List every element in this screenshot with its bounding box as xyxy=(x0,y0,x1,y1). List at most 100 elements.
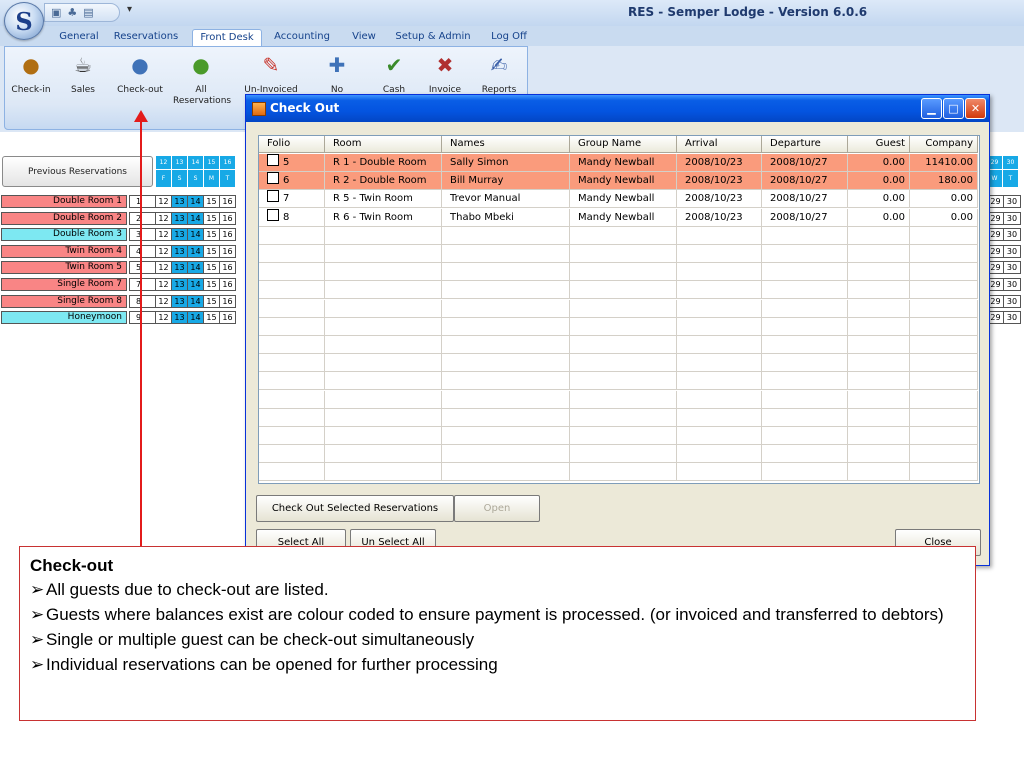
table-row[interactable] xyxy=(259,427,978,445)
day-cell[interactable]: 12 xyxy=(156,245,172,258)
room-row[interactable]: Double Room 33 xyxy=(0,228,156,242)
room-name[interactable]: Honeymoon xyxy=(1,311,127,324)
tab-setup-admin[interactable]: Setup & Admin xyxy=(392,29,474,46)
save-icon[interactable]: ▣ xyxy=(51,6,61,19)
col-guest[interactable]: Guest xyxy=(848,136,910,153)
day-cell[interactable]: 12 xyxy=(156,295,172,308)
day-cell[interactable]: 16 xyxy=(220,212,236,225)
room-name[interactable]: Twin Room 5 xyxy=(1,261,127,274)
row-checkbox[interactable] xyxy=(267,154,279,166)
day-cell[interactable]: 14 xyxy=(188,228,204,241)
day-cell[interactable]: 14 xyxy=(188,212,204,225)
day-cell[interactable]: 15 xyxy=(204,311,220,324)
day-cell[interactable]: 15 xyxy=(204,261,220,274)
tab-log-off[interactable]: Log Off xyxy=(484,29,534,46)
day-cell[interactable]: 14 xyxy=(188,278,204,291)
day-cell[interactable]: 30 xyxy=(1004,311,1021,324)
table-row[interactable] xyxy=(259,245,978,263)
tab-reservations[interactable]: Reservations xyxy=(110,29,182,46)
day-cell[interactable]: 30 xyxy=(1004,195,1021,208)
day-cell[interactable]: 12 xyxy=(156,311,172,324)
room-row[interactable]: Single Room 77 xyxy=(0,278,156,292)
table-row[interactable] xyxy=(259,463,978,482)
reports-button[interactable]: ✍ Reports xyxy=(471,53,527,96)
room-name[interactable]: Double Room 2 xyxy=(1,212,127,225)
table-row[interactable]: 5 R 1 - Double Room Sally Simon Mandy Newba… xyxy=(259,154,978,172)
col-group-name[interactable]: Group Name xyxy=(570,136,677,153)
day-cell[interactable]: 13 xyxy=(172,295,188,308)
day-cell[interactable]: 12 xyxy=(156,195,172,208)
day-cell[interactable]: 30 xyxy=(1004,212,1021,225)
room-row[interactable]: Honeymoon 9 xyxy=(0,311,156,325)
table-row[interactable] xyxy=(259,281,978,300)
table-row[interactable] xyxy=(259,226,978,245)
table-row[interactable]: 7 R 5 - Twin Room Trevor Manual Mandy Newba… xyxy=(259,190,978,209)
day-cell[interactable]: 14 xyxy=(188,245,204,258)
app-menu-button[interactable]: S xyxy=(4,2,44,40)
room-name[interactable]: Single Room 8 xyxy=(1,295,127,308)
day-cell[interactable]: 15 xyxy=(204,278,220,291)
day-cell[interactable]: 30 xyxy=(1004,295,1021,308)
col-names[interactable]: Names xyxy=(442,136,570,153)
room-row[interactable]: Twin Room 44 xyxy=(0,245,156,259)
row-checkbox[interactable] xyxy=(267,190,279,203)
day-cell[interactable]: 12 xyxy=(156,212,172,225)
close-icon[interactable]: ✕ xyxy=(965,98,986,119)
table-row[interactable] xyxy=(259,263,978,282)
day-cell[interactable]: 13 xyxy=(172,228,188,241)
checkout-selected-button[interactable]: Check Out Selected Reservations xyxy=(256,495,454,522)
room-row[interactable]: Double Room 22 xyxy=(0,212,156,226)
table-row[interactable]: 6 R 2 - Double Room Bill Murray Mandy Newba… xyxy=(259,172,978,191)
table-row[interactable] xyxy=(259,354,978,373)
day-cell[interactable]: 13 xyxy=(172,212,188,225)
room-name[interactable]: Double Room 3 xyxy=(1,228,127,241)
check-in-button[interactable]: ● Check-in xyxy=(3,53,59,96)
room-row[interactable]: Double Room 11 xyxy=(0,195,156,209)
row-checkbox[interactable] xyxy=(267,208,279,221)
day-cell[interactable]: 12 xyxy=(156,228,172,241)
room-row[interactable]: Single Room 88 xyxy=(0,295,156,309)
day-cell[interactable]: 13 xyxy=(172,261,188,274)
day-cell[interactable]: 15 xyxy=(204,245,220,258)
day-cell[interactable]: 30 xyxy=(1004,261,1021,274)
table-row[interactable]: 8 R 6 - Twin Room Thabo Mbeki Mandy Newball… xyxy=(259,208,978,227)
open-button[interactable]: Open xyxy=(454,495,540,522)
table-row[interactable] xyxy=(259,317,978,336)
maximize-icon[interactable]: □ xyxy=(943,98,964,119)
invoice-button[interactable]: ✖ Invoice xyxy=(417,53,473,96)
day-cell[interactable]: 14 xyxy=(188,295,204,308)
tab-general[interactable]: General xyxy=(50,29,108,46)
table-row[interactable] xyxy=(259,390,978,409)
day-cell[interactable]: 14 xyxy=(188,195,204,208)
users-icon[interactable]: ♣ xyxy=(67,6,77,19)
previous-reservations-button[interactable]: Previous Reservations xyxy=(2,156,153,187)
sales-button[interactable]: ☕ Sales xyxy=(55,53,111,96)
all-reservations-button[interactable]: ● All Reservations xyxy=(173,53,231,107)
day-cell[interactable]: 13 xyxy=(172,195,188,208)
col-departure[interactable]: Departure xyxy=(762,136,848,153)
col-arrival[interactable]: Arrival xyxy=(677,136,762,153)
day-cell[interactable]: 30 xyxy=(1004,278,1021,291)
col-room[interactable]: Room xyxy=(325,136,442,153)
room-name[interactable]: Twin Room 4 xyxy=(1,245,127,258)
table-row[interactable] xyxy=(259,408,978,427)
day-cell[interactable]: 15 xyxy=(204,228,220,241)
row-checkbox[interactable] xyxy=(267,172,279,185)
table-row[interactable] xyxy=(259,445,978,464)
room-name[interactable]: Double Room 1 xyxy=(1,195,127,208)
un-invoiced-button[interactable]: ✎ Un-Invoiced xyxy=(243,53,299,96)
day-cell[interactable]: 16 xyxy=(220,245,236,258)
tab-front-desk[interactable]: Front Desk xyxy=(192,29,262,47)
day-cell[interactable]: 13 xyxy=(172,311,188,324)
day-cell[interactable]: 16 xyxy=(220,311,236,324)
day-cell[interactable]: 30 xyxy=(1004,245,1021,258)
cash-button[interactable]: ✔ Cash xyxy=(366,53,422,96)
day-cell[interactable]: 16 xyxy=(220,195,236,208)
day-cell[interactable]: 14 xyxy=(188,261,204,274)
col-company[interactable]: Company xyxy=(910,136,978,153)
room-name[interactable]: Single Room 7 xyxy=(1,278,127,291)
day-cell[interactable]: 12 xyxy=(156,278,172,291)
no-button[interactable]: ✚ No xyxy=(309,53,365,96)
minimize-icon[interactable]: ▁ xyxy=(921,98,942,119)
table-row[interactable] xyxy=(259,299,978,318)
